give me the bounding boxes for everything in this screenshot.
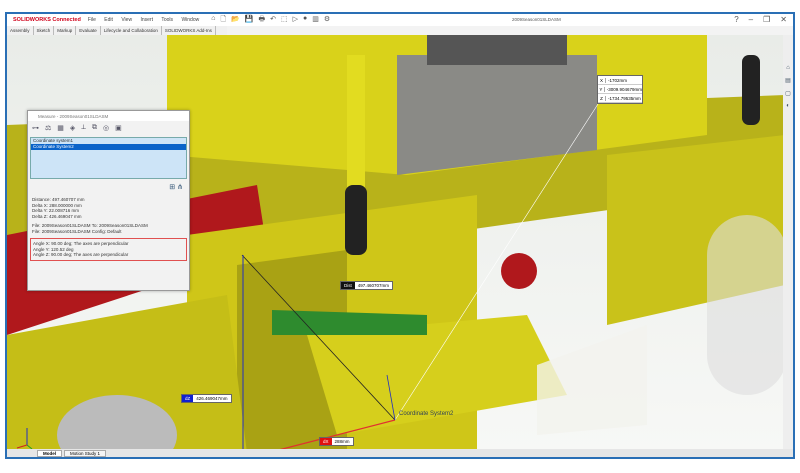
x-row: X -1702mm bbox=[598, 76, 642, 85]
tab-model[interactable]: Model bbox=[37, 449, 62, 457]
y-label: Y bbox=[598, 86, 605, 92]
grip-right bbox=[742, 55, 760, 125]
restore-button[interactable]: ❐ bbox=[763, 15, 770, 24]
tab-assembly[interactable]: Assembly bbox=[7, 26, 34, 35]
selection-list[interactable]: Coordinate system1 Coordinate System2 bbox=[30, 137, 187, 179]
post bbox=[347, 55, 365, 205]
dx-tag: dX bbox=[320, 438, 332, 445]
angle-results-highlight: Angle X: 90.00 deg; The axes are perpend… bbox=[30, 238, 187, 261]
dz-value: 426.469047mm bbox=[196, 396, 228, 401]
close-button[interactable]: ✕ bbox=[780, 15, 787, 24]
bottom-tabs: Model Motion Study 1 bbox=[7, 449, 793, 457]
open-icon[interactable]: 📂 bbox=[231, 15, 240, 26]
y-row: Y -3009.904679mm bbox=[598, 85, 642, 94]
select-icon[interactable]: ▷ bbox=[293, 15, 298, 26]
measure-toolbar: ⊶ ⚖ ▦ ◈ ⟂ ⧉ ◎ ▣ bbox=[28, 121, 189, 134]
tab-motion-study[interactable]: Motion Study 1 bbox=[64, 449, 107, 457]
tab-addins[interactable]: SOLIDWORKS Add-Ins bbox=[162, 26, 216, 35]
measure-results: Distance: 497.460707 mm Delta X: 288.000… bbox=[28, 191, 189, 234]
graphics-viewport[interactable]: Dist 497.460707mm dZ 426.469047mm dX 288mm … bbox=[7, 35, 785, 453]
dz-tag: dZ bbox=[182, 395, 194, 402]
dz-callout: dZ 426.469047mm bbox=[181, 394, 232, 403]
tab-evaluate[interactable]: Evaluate bbox=[76, 26, 101, 35]
rebuild-icon[interactable]: ● bbox=[303, 15, 307, 26]
menu-edit[interactable]: Edit bbox=[104, 17, 113, 23]
menu-bar: File Edit View Insert Tools Window bbox=[81, 17, 199, 23]
sensor-icon[interactable]: ◎ bbox=[103, 124, 109, 132]
units-icon[interactable]: ⚖ bbox=[45, 124, 51, 132]
print-icon[interactable]: 🖶 bbox=[259, 15, 266, 26]
undo-icon[interactable]: ↶ bbox=[270, 15, 276, 26]
transparent-block bbox=[537, 325, 647, 435]
menu-tools[interactable]: Tools bbox=[161, 17, 173, 23]
file-explorer-icon[interactable]: ▢ bbox=[785, 90, 791, 97]
angle-z-text: Angle Z: 90.00 deg; The axes are perpend… bbox=[33, 252, 129, 257]
z-value: -1734.79535mm bbox=[608, 95, 641, 101]
file-properties-icon[interactable]: ▥ bbox=[312, 15, 319, 26]
new-icon[interactable]: 🗋 bbox=[220, 15, 226, 26]
resources-icon[interactable]: ⌂ bbox=[786, 65, 790, 71]
right-wheel bbox=[707, 215, 785, 395]
menu-view[interactable]: View bbox=[121, 17, 132, 23]
grip-left bbox=[345, 185, 367, 255]
table-icon[interactable]: ⊞ bbox=[169, 184, 175, 191]
window-controls: ? – ❐ ✕ bbox=[734, 15, 787, 24]
y-value: -3009.904679mm bbox=[606, 86, 642, 92]
measure-title: Measure - 2009Season01SLDASM bbox=[28, 111, 189, 121]
x-label: X bbox=[598, 77, 606, 83]
tab-lifecycle[interactable]: Lifecycle and Collaboration bbox=[101, 26, 162, 35]
solidworks-window: SOLIDWORKS Connected File Edit View Inse… bbox=[5, 12, 795, 459]
save-icon[interactable]: 💾 bbox=[245, 15, 254, 26]
dist-tag: Dist bbox=[341, 282, 355, 289]
menu-window[interactable]: Window bbox=[181, 17, 199, 23]
projection-icon[interactable]: ⟂ bbox=[81, 124, 86, 132]
task-pane-tabs: ⌂ ▤ ▢ ◐ bbox=[783, 35, 793, 453]
tab-markup[interactable]: Markup bbox=[54, 26, 77, 35]
result-icons: ⊞ ⋔ bbox=[28, 183, 189, 191]
config-text: File: 2009Season01SLDASM Config: Default bbox=[32, 228, 122, 234]
dist-value: 497.460707mm bbox=[357, 283, 390, 288]
design-library-icon[interactable]: ▤ bbox=[785, 77, 791, 84]
help-icon[interactable]: ? bbox=[734, 15, 738, 24]
dx-callout: dX 288mm bbox=[319, 437, 354, 446]
arc-circle-icon[interactable]: ⊶ bbox=[32, 124, 39, 132]
x-value: -1702mm bbox=[608, 77, 628, 83]
solidworks-logo: SOLIDWORKS Connected bbox=[13, 17, 81, 23]
menu-insert[interactable]: Insert bbox=[140, 17, 153, 23]
history-icon[interactable]: ⧉ bbox=[92, 124, 97, 132]
redo-icon[interactable]: ⬚ bbox=[281, 15, 288, 26]
coordinate-system-label[interactable]: Coordinate System2 bbox=[399, 411, 453, 417]
menu-file[interactable]: File bbox=[88, 17, 96, 23]
list-item-selected[interactable]: Coordinate System2 bbox=[31, 144, 186, 150]
minimize-button[interactable]: – bbox=[749, 15, 753, 24]
quick-access-toolbar: ⌂ 🗋 📂 💾 🖶 ↶ ⬚ ▷ ● ▥ ⚙ bbox=[211, 15, 330, 26]
copy-icon[interactable]: ▣ bbox=[115, 124, 122, 132]
red-knob bbox=[501, 253, 537, 289]
motor bbox=[427, 35, 567, 65]
xyz-callout: X -1702mm Y -3009.904679mm Z -1734.79535mm bbox=[597, 75, 643, 104]
appearances-icon[interactable]: ◐ bbox=[786, 103, 790, 109]
show-xyz-icon[interactable]: ▦ bbox=[57, 124, 64, 132]
z-row: Z -1734.79535mm bbox=[598, 94, 642, 103]
tab-sketch[interactable]: Sketch bbox=[34, 26, 55, 35]
z-label: Z bbox=[598, 95, 606, 101]
home-icon[interactable]: ⌂ bbox=[211, 15, 215, 26]
document-title: 2009Season01SLDASM bbox=[512, 17, 561, 22]
point-to-point-icon[interactable]: ◈ bbox=[70, 124, 75, 132]
title-bar: SOLIDWORKS Connected File Edit View Inse… bbox=[7, 14, 793, 26]
measure-dialog: Measure - 2009Season01SLDASM ⊶ ⚖ ▦ ◈ ⟂ ⧉ ◎ ▣ Co… bbox=[27, 110, 190, 291]
dx-value: 288mm bbox=[334, 439, 350, 444]
tree-icon[interactable]: ⋔ bbox=[177, 184, 183, 191]
options-icon[interactable]: ⚙ bbox=[324, 15, 330, 26]
command-manager-tabs: Assembly Sketch Markup Evaluate Lifecycl… bbox=[7, 26, 227, 35]
dist-callout: Dist 497.460707mm bbox=[340, 281, 394, 290]
